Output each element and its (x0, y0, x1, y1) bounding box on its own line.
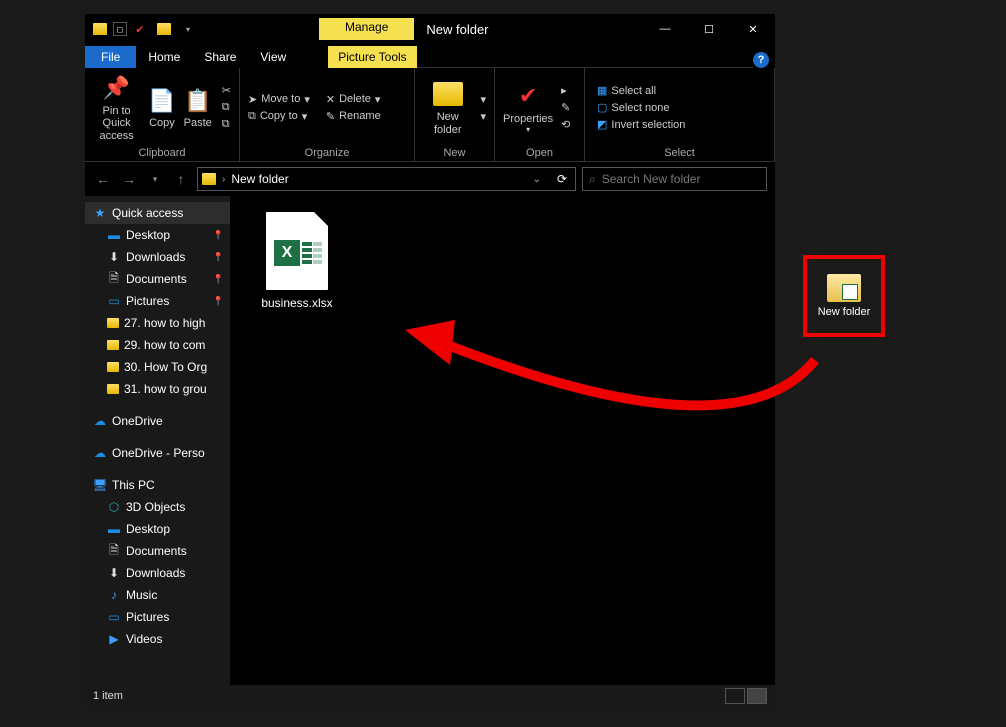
file-name: business.xlsx (252, 296, 342, 310)
maximize-button[interactable]: ☐ (687, 14, 731, 44)
search-icon: ⌕ (589, 172, 596, 187)
qat-item[interactable]: ◻ (113, 22, 127, 36)
copy-button[interactable]: 📄Copy (144, 83, 179, 132)
sidebar-item-downloads[interactable]: ⬇Downloads📍 (85, 246, 230, 268)
search-placeholder: Search New folder (602, 172, 701, 186)
tab-home[interactable]: Home (136, 46, 192, 68)
sidebar-onedrive[interactable]: ☁OneDrive (85, 410, 230, 432)
rename-button[interactable]: ✎ Rename (322, 109, 385, 124)
properties-button[interactable]: ✔Properties▾ (499, 79, 557, 137)
tab-picture-tools[interactable]: Picture Tools (328, 46, 416, 68)
sidebar-this-pc[interactable]: 🖥This PC (85, 474, 230, 496)
select-all-button[interactable]: ▦ Select all (593, 83, 689, 98)
up-button[interactable]: ↑ (171, 171, 191, 187)
file-item[interactable]: X business.xlsx (252, 212, 342, 310)
open-button[interactable]: ▸ (557, 83, 574, 98)
address-dropdown[interactable]: ⌄ (527, 174, 547, 185)
contextual-tab-manage[interactable]: Manage (319, 18, 414, 40)
back-button[interactable]: ← (93, 171, 113, 187)
icons-view-button[interactable] (747, 688, 767, 704)
paste-button[interactable]: 📋Paste (180, 83, 216, 132)
qat-item[interactable]: ✔ (129, 18, 151, 40)
tab-share[interactable]: Share (192, 46, 248, 68)
easy-access-button[interactable]: ▾ (476, 109, 490, 124)
status-bar: 1 item (85, 685, 775, 707)
group-label: Organize (240, 147, 414, 161)
folder-icon[interactable] (827, 274, 861, 302)
ribbon: 📌Pin to Quick access 📄Copy 📋Paste ✂ ⧉ ⧉ … (85, 68, 775, 162)
pin-to-quick-access-button[interactable]: 📌Pin to Quick access (89, 71, 144, 145)
sidebar-item-folder[interactable]: 31. how to grou (85, 378, 230, 400)
minimize-button[interactable]: — (643, 14, 687, 44)
sidebar-item-music[interactable]: ♪Music (85, 584, 230, 606)
details-view-button[interactable] (725, 688, 745, 704)
sidebar-item-pictures[interactable]: ▭Pictures (85, 606, 230, 628)
group-label: New (415, 147, 494, 161)
qat-item[interactable] (153, 18, 175, 40)
edit-button[interactable]: ✎ (557, 100, 574, 115)
tab-view[interactable]: View (248, 46, 298, 68)
sidebar-onedrive-personal[interactable]: ☁OneDrive - Perso (85, 442, 230, 464)
desktop-new-folder-highlight: New folder (803, 255, 885, 337)
group-label: Select (585, 147, 774, 161)
sidebar-item-desktop[interactable]: ▬Desktop📍 (85, 224, 230, 246)
close-button[interactable]: ✕ (731, 14, 775, 44)
refresh-button[interactable]: ⟳ (553, 172, 571, 186)
invert-selection-button[interactable]: ◩ Invert selection (593, 117, 689, 132)
sidebar-item-downloads[interactable]: ⬇Downloads (85, 562, 230, 584)
address-bar: ← → ▾ ↑ › New folder ⌄ ⟳ ⌕ Search New fo… (85, 162, 775, 196)
breadcrumb[interactable]: New folder (231, 172, 288, 186)
sidebar-item-folder[interactable]: 30. How To Org (85, 356, 230, 378)
ribbon-tabs: File Home Share View Picture Tools ? (85, 44, 775, 68)
paste-shortcut-button[interactable]: ⧉ (218, 117, 235, 132)
quick-access-toolbar: ◻ ✔ ▾ (85, 18, 199, 40)
sidebar-item-folder[interactable]: 27. how to high (85, 312, 230, 334)
history-button[interactable]: ⟲ (557, 117, 574, 132)
explorer-window: ◻ ✔ ▾ Manage New folder — ☐ ✕ File Home … (85, 14, 775, 707)
delete-button[interactable]: ✕ Delete ▾ (322, 92, 385, 107)
sidebar-item-pictures[interactable]: ▭Pictures📍 (85, 290, 230, 312)
copy-path-button[interactable]: ⧉ (218, 100, 235, 115)
group-label: Open (495, 147, 584, 161)
copy-to-button[interactable]: ⧉ Copy to ▾ (244, 109, 314, 124)
address-box[interactable]: › New folder ⌄ ⟳ (197, 167, 576, 191)
sidebar-item-folder[interactable]: 29. how to com (85, 334, 230, 356)
new-folder-button[interactable]: New folder (419, 77, 476, 138)
sidebar-item-desktop[interactable]: ▬Desktop (85, 518, 230, 540)
sidebar-item-documents[interactable]: 🗎Documents (85, 540, 230, 562)
sidebar-item-videos[interactable]: ▶Videos (85, 628, 230, 650)
sidebar-quick-access[interactable]: ★Quick access (85, 202, 230, 224)
sidebar-item-documents[interactable]: 🗎Documents📍 (85, 268, 230, 290)
app-icon (89, 18, 111, 40)
search-box[interactable]: ⌕ Search New folder (582, 167, 767, 191)
help-button[interactable]: ? (753, 52, 769, 68)
sidebar-item-3d-objects[interactable]: ⬡3D Objects (85, 496, 230, 518)
window-title: New folder (426, 22, 488, 37)
qat-overflow[interactable]: ▾ (177, 18, 199, 40)
forward-button[interactable]: → (119, 171, 139, 187)
move-to-button[interactable]: ➤ Move to ▾ (244, 92, 314, 107)
item-count: 1 item (93, 690, 123, 702)
desktop-item-label: New folder (818, 306, 871, 318)
navigation-pane[interactable]: ★Quick access ▬Desktop📍 ⬇Downloads📍 🗎Doc… (85, 196, 230, 685)
select-none-button[interactable]: ▢ Select none (593, 100, 689, 115)
recent-locations-button[interactable]: ▾ (145, 174, 165, 185)
folder-icon (202, 173, 216, 185)
title-bar: ◻ ✔ ▾ Manage New folder — ☐ ✕ (85, 14, 775, 44)
new-item-button[interactable]: ▾ (476, 92, 490, 107)
excel-file-icon: X (266, 212, 328, 290)
explorer-body: ★Quick access ▬Desktop📍 ⬇Downloads📍 🗎Doc… (85, 196, 775, 685)
file-list-pane[interactable]: X business.xlsx (230, 196, 775, 685)
tab-file[interactable]: File (85, 46, 136, 68)
cut-button[interactable]: ✂ (218, 83, 235, 98)
group-label: Clipboard (85, 147, 239, 161)
